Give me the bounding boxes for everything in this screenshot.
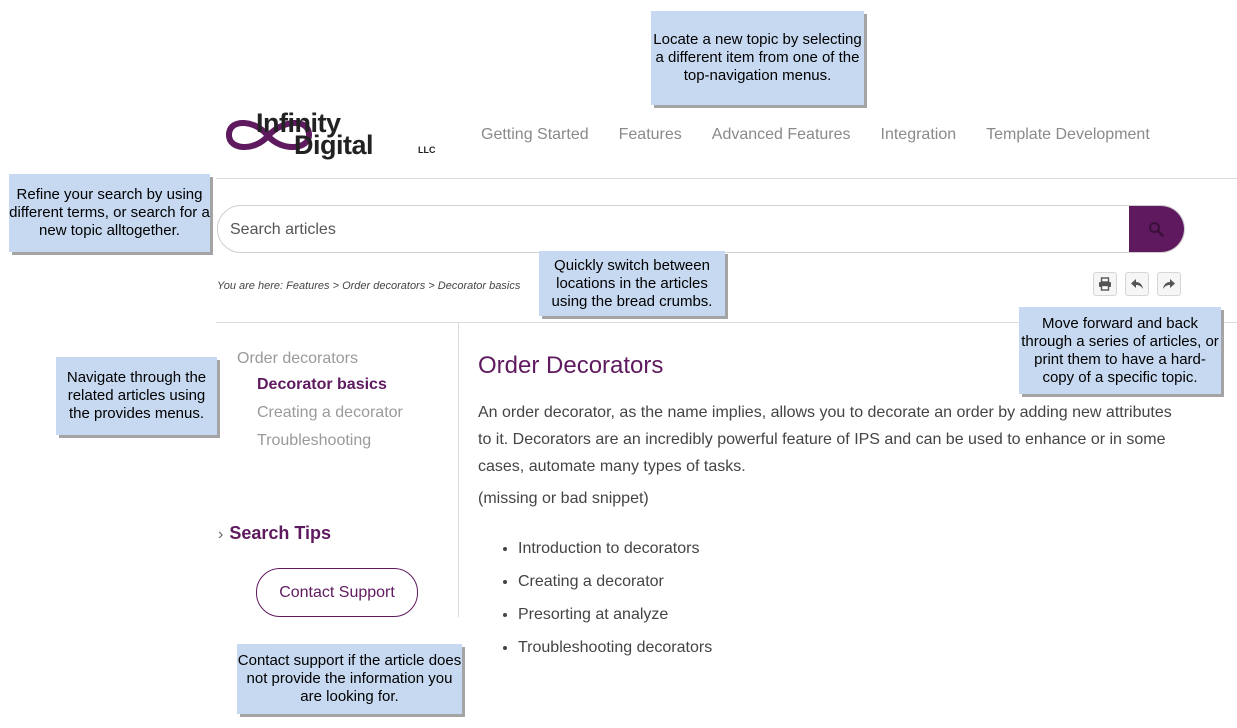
breadcrumb-separator: > [329,280,343,292]
article-link-list: Introduction to decorators Creating a de… [498,532,712,664]
breadcrumb-item-features[interactable]: Features [286,280,329,292]
search-input[interactable] [228,206,1132,252]
search-tips-label: Search Tips [229,523,332,543]
side-menu-item-creating-decorator[interactable]: Creating a decorator [257,404,403,422]
side-menu-parent[interactable]: Order decorators [237,350,358,368]
logo-suffix: LLC [418,145,436,155]
nav-features[interactable]: Features [604,124,697,148]
callout-toolbar: Move forward and back through a series o… [1019,307,1221,394]
nav-advanced-features[interactable]: Advanced Features [697,124,866,148]
back-button[interactable] [1125,272,1149,296]
search-bar [217,205,1185,253]
article-link[interactable]: Creating a decorator [518,565,712,598]
article-title: Order Decorators [478,352,664,379]
article-link[interactable]: Introduction to decorators [518,532,712,565]
search-tips-toggle[interactable]: › Search Tips [218,523,331,544]
logo-word-digital: Digital [294,130,374,160]
breadcrumb-item-current: Decorator basics [437,280,521,292]
search-icon [1149,222,1164,237]
callout-breadcrumb: Quickly switch between locations in the … [539,251,725,316]
article-body: An order decorator, as the name implies,… [478,404,1172,475]
article-snippet: (missing or bad snippet) [478,490,649,507]
callout-search: Refine your search by using different te… [9,174,210,252]
contact-support-button[interactable]: Contact Support [256,568,418,617]
breadcrumb-prefix: You are here: [217,280,287,292]
forward-icon [1163,279,1175,289]
site-logo[interactable]: Infinity Digital LLC [224,108,444,164]
header-divider [216,178,1237,179]
callout-contact: Contact support if the article does not … [237,644,462,714]
breadcrumb-item-order-decorators[interactable]: Order decorators [342,280,425,292]
chevron-right-icon: › [218,526,224,543]
article-link[interactable]: Presorting at analyze [518,598,712,631]
side-menu-item-decorator-basics[interactable]: Decorator basics [257,376,387,394]
breadcrumb: You are here: Features > Order decorator… [217,280,520,292]
forward-button[interactable] [1157,272,1181,296]
print-icon [1099,277,1111,291]
print-button[interactable] [1093,272,1117,296]
callout-sidemenu: Navigate through the related articles us… [56,357,217,435]
breadcrumb-separator: > [425,280,438,292]
search-button[interactable] [1129,206,1184,252]
nav-getting-started[interactable]: Getting Started [466,124,604,148]
nav-integration[interactable]: Integration [866,124,972,148]
callout-topnav: Locate a new topic by selecting a differ… [651,11,864,105]
back-icon [1131,279,1143,289]
sidebar-divider [458,323,459,617]
top-navigation: Getting Started Features Advanced Featur… [466,124,1165,148]
nav-template-development[interactable]: Template Development [971,124,1165,148]
side-menu-item-troubleshooting[interactable]: Troubleshooting [257,432,371,450]
article-link[interactable]: Troubleshooting decorators [518,631,712,664]
